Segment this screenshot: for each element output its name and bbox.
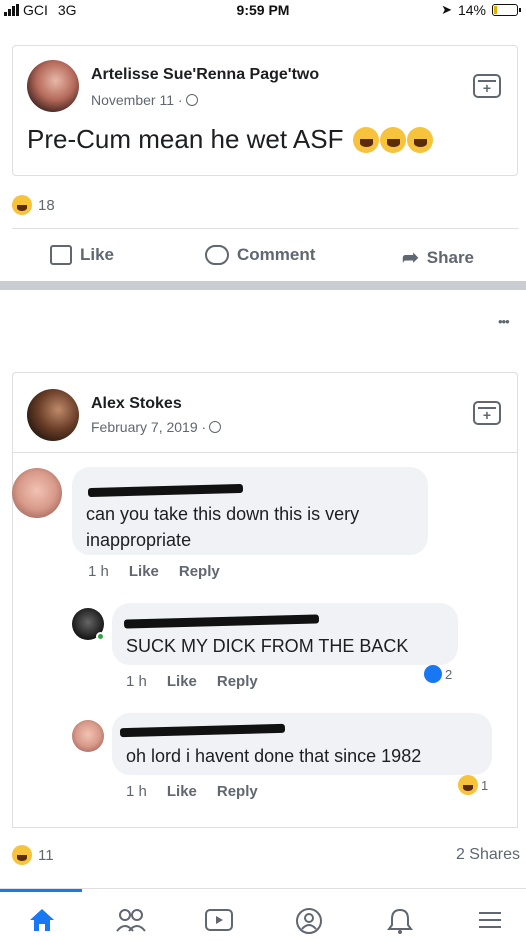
commenter-avatar[interactable] [72,720,104,752]
divider [12,452,518,453]
shared-post-card[interactable]: Artelisse Sue'Renna Page'two November 11… [12,45,518,176]
comment-meta: 1 h Like Reply [88,563,220,580]
divider [12,228,518,229]
post-author[interactable]: Artelisse Sue'Renna Page'two [91,66,319,84]
battery-icon [492,4,521,16]
thumbs-up-icon [50,245,72,265]
reactions-summary[interactable]: 11 [12,845,54,865]
status-bar: GCI 3G 9:59 PM ➤ 14% [0,0,526,22]
comment-like-link[interactable]: Like [129,563,159,580]
post-date: February 7, 2019 · [91,419,222,435]
comment-reply-link[interactable]: Reply [217,673,258,690]
comment-reply-link[interactable]: Reply [217,783,258,800]
rofl-emoji-icon [407,126,434,153]
post-text: Pre-Cum mean he wet ASF [27,124,434,155]
bottom-nav [0,888,526,941]
like-button[interactable]: Like [50,245,114,265]
profile-icon[interactable] [295,907,325,935]
share-button[interactable]: ➦ Share [402,245,474,270]
avatar[interactable] [27,60,79,112]
save-post-button[interactable]: + [473,401,501,425]
haha-reaction-icon [12,845,32,865]
home-icon[interactable] [28,907,58,935]
comment-text: oh lord i havent done that since 1982 [126,746,422,766]
comment-like-link[interactable]: Like [167,673,197,690]
comment-time: 1 h [88,563,109,580]
globe-icon [185,94,198,106]
save-post-button[interactable]: + [473,74,501,98]
reactions-count: 18 [38,196,55,214]
battery-percent: 14% [457,2,486,18]
commenter-avatar[interactable] [12,468,62,518]
comment-text: can you take this down this is very inap… [86,504,360,550]
crying-laughing-emoji-icon [380,126,407,153]
menu-icon[interactable] [476,907,506,935]
more-options-button[interactable]: ••• [498,314,510,329]
comment-text: SUCK MY DICK FROM THE BACK [126,636,409,656]
friends-icon[interactable] [115,907,146,935]
globe-icon [209,421,222,433]
comment-meta: 1 h Like Reply [126,673,258,690]
reactions-summary[interactable]: 18 [12,195,55,215]
laughing-emoji-icon [353,126,380,153]
watch-icon[interactable] [204,907,234,935]
comment-icon [205,245,229,265]
comment-reply-link[interactable]: Reply [179,563,220,580]
comment-time: 1 h [126,783,147,800]
shares-count[interactable]: 2 Shares [456,846,520,864]
like-reaction-icon [424,665,442,683]
status-right: ➤ 14% [441,2,521,18]
share-icon: ➦ [402,247,419,269]
location-icon: ➤ [441,2,452,17]
active-tab-indicator [0,889,82,892]
post-author[interactable]: Alex Stokes [91,395,182,413]
comment-like-link[interactable]: Like [167,783,197,800]
comment-button[interactable]: Comment [205,245,315,265]
feed-separator [0,281,526,290]
avatar[interactable] [27,389,79,441]
comment-reactions[interactable]: 2 [424,665,452,683]
haha-reaction-icon [458,775,478,795]
notifications-icon[interactable] [386,907,416,935]
online-indicator [96,632,105,641]
reactions-count: 11 [38,846,54,864]
comment-reactions[interactable]: 1 [458,775,488,795]
comment-meta: 1 h Like Reply [126,783,258,800]
divider [12,827,518,828]
haha-reaction-icon [12,195,32,215]
post-date: November 11 · [91,92,198,108]
comment-time: 1 h [126,673,147,690]
